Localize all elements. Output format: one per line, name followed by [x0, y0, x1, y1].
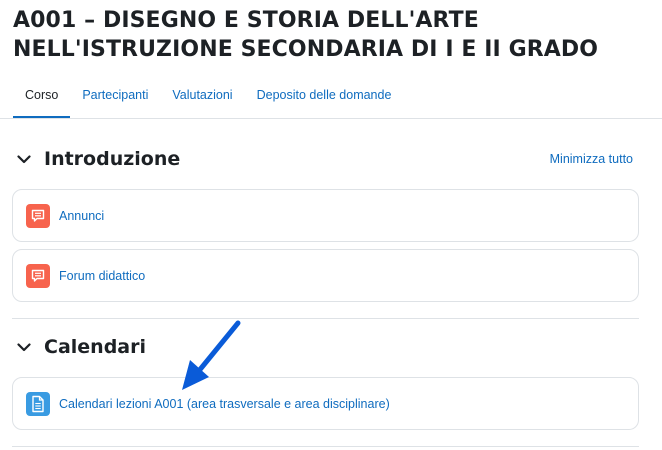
chevron-down-icon[interactable]: [13, 336, 35, 358]
forum-icon: [26, 263, 50, 288]
tab-partecipanti[interactable]: Partecipanti: [70, 78, 160, 118]
chevron-down-icon[interactable]: [13, 148, 35, 170]
document-icon: [26, 391, 50, 416]
tabs-divider: [0, 118, 662, 119]
collapse-all-link[interactable]: Minimizza tutto: [550, 152, 633, 166]
course-title: A001 – DISEGNO E STORIA DELL'ARTE NELL'I…: [13, 8, 599, 62]
section-title-introduzione: Introduzione: [44, 148, 181, 170]
tab-corso[interactable]: Corso: [13, 78, 71, 118]
activity-link-calendari-lezioni[interactable]: Calendari lezioni A001 (area trasversale…: [59, 397, 390, 411]
forum-icon: [26, 203, 50, 228]
activity-link-forum-didattico[interactable]: Forum didattico: [59, 269, 145, 283]
activity-link-annunci[interactable]: Annunci: [59, 209, 104, 223]
tab-valutazioni[interactable]: Valutazioni: [160, 78, 244, 118]
section-divider: [12, 446, 639, 447]
section-title-calendari: Calendari: [44, 336, 146, 358]
tab-deposito-domande[interactable]: Deposito delle domande: [245, 78, 404, 118]
activity-calendari-lezioni[interactable]: Calendari lezioni A001 (area trasversale…: [12, 377, 639, 430]
section-header-introduzione: Introduzione Minimizza tutto: [13, 145, 640, 173]
activity-forum-didattico[interactable]: Forum didattico: [12, 249, 639, 302]
section-divider: [12, 318, 639, 319]
activity-annunci[interactable]: Annunci: [12, 189, 639, 242]
section-header-calendari: Calendari: [13, 333, 640, 361]
